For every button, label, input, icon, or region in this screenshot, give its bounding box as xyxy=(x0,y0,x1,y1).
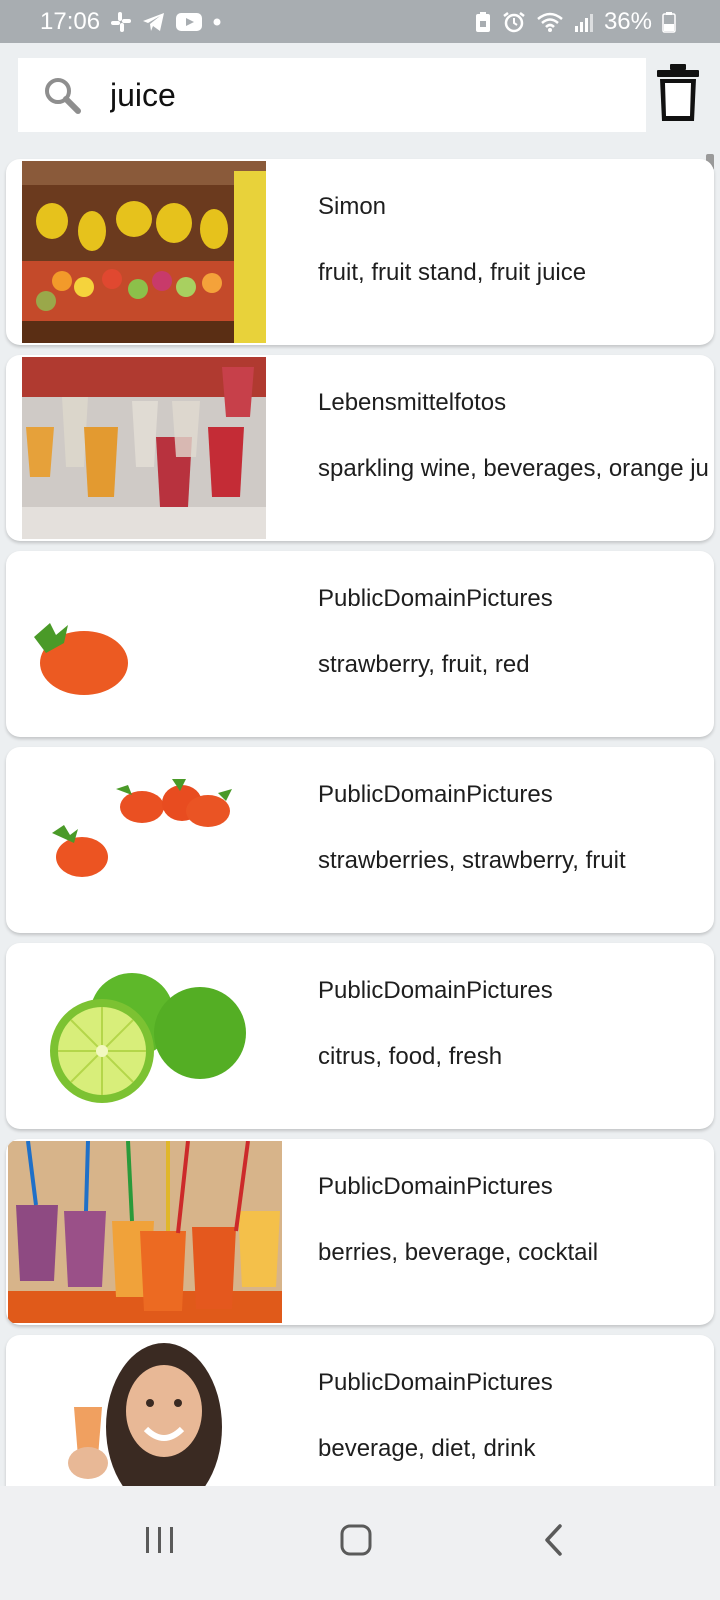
result-tags: strawberry, fruit, red xyxy=(318,651,530,678)
woman-juice-photo xyxy=(22,1337,266,1486)
recents-button[interactable] xyxy=(130,1516,190,1568)
result-tags: fruit, fruit stand, fruit juice xyxy=(318,259,587,286)
smoothies-photo xyxy=(8,1141,282,1323)
result-card[interactable]: PublicDomainPictures berries, beverage, … xyxy=(6,1139,714,1325)
result-user: Lebensmittelfotos xyxy=(318,389,507,416)
search-row xyxy=(0,43,720,147)
signal-icon xyxy=(574,11,594,33)
wifi-icon xyxy=(536,11,564,33)
result-user: PublicDomainPictures xyxy=(318,1369,553,1396)
result-user: PublicDomainPictures xyxy=(318,1173,553,1200)
status-bar-left: 17:06 xyxy=(40,8,222,36)
search-input[interactable] xyxy=(110,58,630,132)
back-icon[interactable] xyxy=(542,1523,566,1562)
result-tags: citrus, food, fresh xyxy=(318,1043,503,1070)
fruit-stand-photo xyxy=(22,161,266,343)
battery-icon xyxy=(662,11,676,33)
result-tags: sparkling wine, beverages, orange juice xyxy=(318,455,710,482)
result-tags: berries, beverage, cocktail xyxy=(318,1239,599,1266)
trash-icon[interactable] xyxy=(656,64,700,127)
home-button[interactable] xyxy=(326,1516,386,1568)
slack-icon xyxy=(110,11,132,33)
champagne-glasses-photo xyxy=(22,357,266,539)
recents-icon[interactable] xyxy=(144,1525,176,1560)
result-user: PublicDomainPictures xyxy=(318,977,553,1004)
result-card[interactable]: PublicDomainPictures strawberries, straw… xyxy=(6,747,714,933)
dot-icon xyxy=(212,17,222,27)
result-card[interactable]: PublicDomainPictures citrus, food, fresh xyxy=(6,943,714,1129)
back-button[interactable] xyxy=(524,1516,584,1568)
status-time: 17:06 xyxy=(40,7,101,35)
result-card[interactable]: PublicDomainPictures strawberry, fruit, … xyxy=(6,551,714,737)
battery-percent: 36% xyxy=(603,7,652,35)
limes-photo xyxy=(22,945,266,1127)
navigation-bar xyxy=(0,1486,720,1600)
search-icon[interactable] xyxy=(42,75,84,122)
status-bar-right: 36% xyxy=(474,8,676,36)
result-user: PublicDomainPictures xyxy=(318,585,553,612)
home-icon[interactable] xyxy=(339,1523,373,1562)
results-list[interactable]: Simon fruit, fruit stand, fruit juice Le… xyxy=(0,150,720,1486)
result-user: PublicDomainPictures xyxy=(318,781,553,808)
result-user: Simon xyxy=(318,193,387,220)
alarm-icon xyxy=(502,11,526,33)
telegram-icon xyxy=(142,11,166,33)
result-card[interactable]: Simon fruit, fruit stand, fruit juice xyxy=(6,159,714,345)
delete-button[interactable] xyxy=(656,63,706,129)
youtube-icon xyxy=(176,12,203,32)
result-tags: beverage, diet, drink xyxy=(318,1435,536,1462)
status-bar: 17:06 36% xyxy=(0,0,720,43)
result-tags: strawberries, strawberry, fruit xyxy=(318,847,626,874)
result-card[interactable]: PublicDomainPictures beverage, diet, dri… xyxy=(6,1335,714,1486)
search-box[interactable] xyxy=(18,58,646,132)
lock-battery-icon xyxy=(474,11,492,33)
result-card[interactable]: Lebensmittelfotos sparkling wine, bevera… xyxy=(6,355,714,541)
strawberry-photo xyxy=(22,553,266,735)
strawberries-photo xyxy=(22,749,266,931)
